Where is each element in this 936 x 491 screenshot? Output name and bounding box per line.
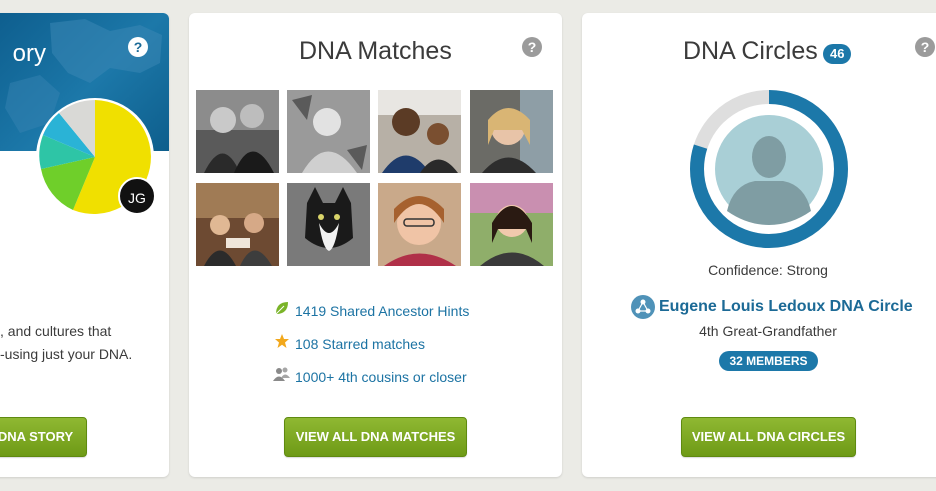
match-photo-5[interactable] (196, 183, 279, 266)
match-photo-7[interactable] (378, 183, 461, 266)
match-photo-2[interactable] (287, 90, 370, 173)
confidence-label: Confidence: Strong (708, 262, 828, 278)
match-photo-8[interactable] (470, 183, 553, 266)
leaf-icon (273, 300, 291, 322)
relationship-label: 4th Great-Grandfather (699, 323, 837, 339)
story-description: , and cultures that -using just your DNA… (0, 320, 160, 366)
dna-circles-card: DNA Circles 46 ? Confidence: Strong Euge… (582, 13, 936, 477)
dna-circle-link[interactable]: Eugene Louis Ledoux DNA Circle (631, 295, 913, 319)
matches-title: DNA Matches (299, 37, 452, 65)
dna-circle-name: Eugene Louis Ledoux DNA Circle (659, 298, 913, 315)
people-icon (273, 366, 291, 388)
match-photo-4[interactable] (470, 90, 553, 173)
story-title: ory (12, 40, 46, 67)
star-icon (273, 333, 291, 355)
user-avatar[interactable]: JG (118, 177, 156, 215)
shared-ancestor-hints-link[interactable]: 1419 Shared Ancestor Hints (273, 300, 469, 322)
help-icon[interactable]: ? (522, 37, 542, 57)
story-text-line-1: , and cultures that (0, 323, 112, 339)
help-icon[interactable]: ? (128, 37, 148, 57)
match-photo-6[interactable] (287, 183, 370, 266)
view-all-dna-matches-button[interactable]: VIEW ALL DNA MATCHES (284, 417, 467, 457)
dna-story-card: ory ? JG , and cultures that -using just… (0, 13, 169, 477)
view-all-dna-circles-button[interactable]: VIEW ALL DNA CIRCLES (681, 417, 856, 457)
match-photo-1[interactable] (196, 90, 279, 173)
circles-title: DNA Circles (683, 37, 818, 65)
fourth-cousins-link[interactable]: 1000+ 4th cousins or closer (273, 366, 467, 388)
shared-ancestor-hints-text: 1419 Shared Ancestor Hints (295, 303, 470, 319)
story-text-line-2: -using just your DNA. (0, 346, 133, 362)
view-dna-story-button[interactable]: DNA STORY (0, 417, 87, 457)
starred-matches-text: 108 Starred matches (295, 336, 425, 352)
confidence-ring[interactable] (687, 87, 851, 251)
circles-count-badge: 46 (823, 44, 852, 64)
fourth-cousins-text: 1000+ 4th cousins or closer (295, 369, 467, 385)
help-icon[interactable]: ? (915, 37, 935, 57)
match-photo-3[interactable] (378, 90, 461, 173)
members-badge[interactable]: 32 MEMBERS (719, 351, 818, 371)
network-icon (631, 295, 655, 319)
dna-matches-card: DNA Matches ? 1419 Shared Ancestor Hints… (189, 13, 562, 477)
starred-matches-link[interactable]: 108 Starred matches (273, 333, 425, 355)
